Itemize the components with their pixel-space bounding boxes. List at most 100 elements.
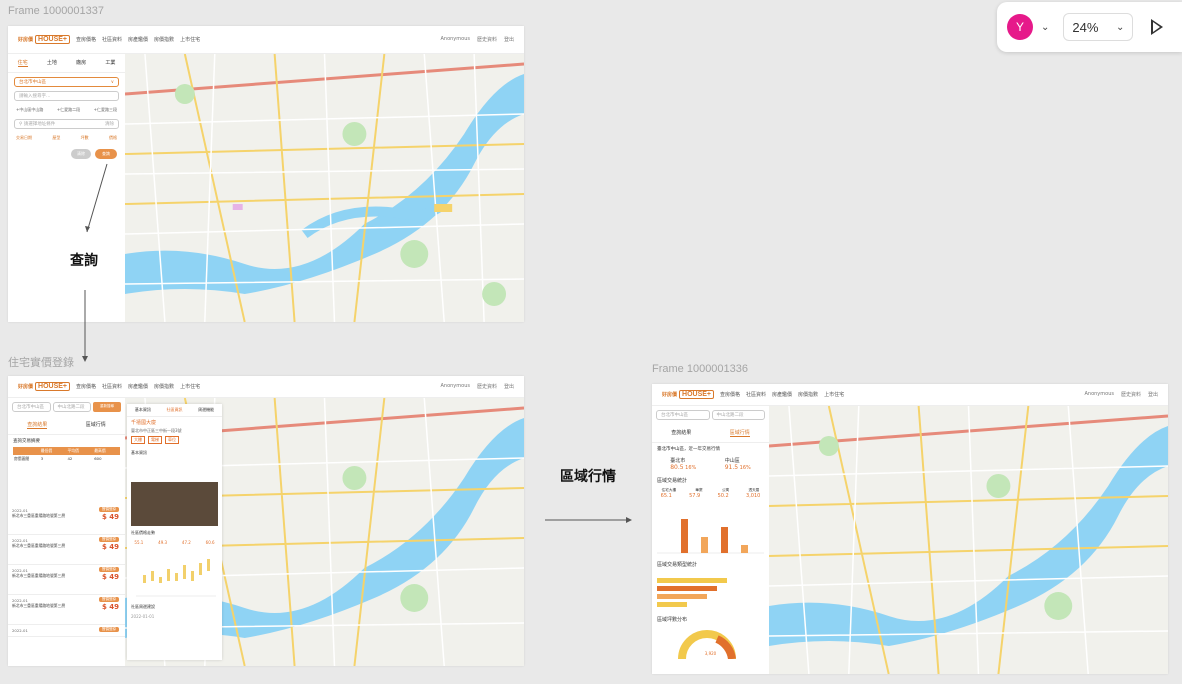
nav-item[interactable]: 上市住宅 <box>180 36 200 43</box>
city-field[interactable]: 台北市中山區 <box>12 402 51 412</box>
list-item[interactable]: 2022-01 新北市三重區重陽路地號第三層 實價登錄 $ 49 <box>8 595 125 625</box>
map-view[interactable] <box>125 54 524 322</box>
history-link[interactable]: 歷史資料 <box>477 36 497 43</box>
logout-link[interactable]: 登出 <box>1148 391 1158 398</box>
detail-title: 千禧國大廈 <box>131 420 157 426</box>
tab-region[interactable]: 區域行情 <box>729 429 750 437</box>
tab-results[interactable]: 查詢結果 <box>27 421 48 429</box>
section-basic: 基本資訊 <box>131 450 147 455</box>
map-svg <box>125 54 524 322</box>
address-input[interactable]: ⚲ 請選擇地址條件 清除 <box>14 119 119 129</box>
property-type-tabs: 住宅 土地 廠房 工業 <box>8 54 125 73</box>
frame-label-right: Frame 1000001336 <box>652 363 749 375</box>
list-item[interactable]: 2022-01 新北市三重區重陽路地號第三層 實價登錄 $ 49 <box>8 535 125 565</box>
user-name[interactable]: Anonymous <box>440 36 469 43</box>
tab-factory[interactable]: 廠房 <box>76 59 86 67</box>
detail-date: 2022-01-01 <box>131 614 155 619</box>
canvas-toolbar: Y ⌄ 24% ⌄ <box>997 2 1182 52</box>
road-field[interactable]: 中山北路二段 <box>52 402 91 412</box>
user-name[interactable]: Anonymous <box>440 383 469 390</box>
nav-item[interactable]: 上市住宅 <box>180 383 200 390</box>
history-link[interactable]: 歷史資料 <box>1121 391 1141 398</box>
city-select[interactable]: 台北市中山區 ∨ <box>14 77 119 87</box>
filter-chip[interactable]: +中山區中山路 <box>16 107 43 113</box>
nav-item[interactable]: 社區資料 <box>102 383 122 390</box>
nav-item[interactable]: 房價指數 <box>154 383 174 390</box>
tab-results[interactable]: 查詢結果 <box>671 429 691 437</box>
play-icon[interactable] <box>1151 19 1164 35</box>
detail-panel: 基本資訊 社區資訊 周邊機能 千禧國大廈 臺北市中正區三中街一段3號 大樓 電梯… <box>127 404 222 660</box>
filter-chip[interactable]: +仁愛路三段 <box>94 107 117 113</box>
option-date[interactable]: 交易日期 <box>16 135 32 141</box>
nav-item[interactable]: 房產鑑價 <box>772 391 792 398</box>
filter-chip[interactable]: +仁愛路二段 <box>57 107 80 113</box>
results-sidebar: 台北市中山區 中山北路二段 重新搜尋 查詢結果 區域行情 查詢交易摘要 最低價 … <box>8 398 125 666</box>
photo[interactable] <box>131 482 218 526</box>
tab-nearby[interactable]: 周邊機能 <box>198 407 214 413</box>
tab-community[interactable]: 社區資訊 <box>166 407 182 413</box>
stat: 49.3 <box>158 540 168 545</box>
road-field[interactable]: 中山北路二段 <box>711 410 765 420</box>
nav-item[interactable]: 社區資料 <box>102 36 122 43</box>
submit-button[interactable]: 查詢 <box>95 149 117 159</box>
nav-item[interactable]: 房產鑑價 <box>128 36 148 43</box>
top-nav: 好房價 HOUSE+ 查房價格 社區資料 房產鑑價 房價指數 上市住宅 Anon… <box>8 26 524 54</box>
user-avatar[interactable]: Y <box>1007 14 1033 40</box>
list-item[interactable]: 2022-01 新北市三重區重陽路地號第三層 實價登錄 $ 49 <box>8 565 125 595</box>
tab-land[interactable]: 土地 <box>47 59 57 67</box>
user-name[interactable]: Anonymous <box>1084 391 1113 398</box>
trend-chart <box>136 559 216 597</box>
option-price[interactable]: 價格 <box>109 135 117 141</box>
city-field[interactable]: 台北市中山區 <box>656 410 710 420</box>
logout-link[interactable]: 登出 <box>504 36 514 43</box>
zoom-select[interactable]: 24% ⌄ <box>1063 13 1134 41</box>
logout-link[interactable]: 登出 <box>504 383 514 390</box>
list-item[interactable]: 2022-01 實價登錄 <box>8 625 125 637</box>
zoom-value: 24% <box>1072 19 1099 35</box>
frame-search: 好房價 HOUSE+ 查房價格 社區資料 房產鑑價 房價指數 上市住宅 Anon… <box>8 26 524 322</box>
map-view[interactable] <box>769 406 1168 674</box>
tab-basic[interactable]: 基本資訊 <box>135 407 151 413</box>
gauge-value: 3,920 <box>704 651 717 656</box>
section-types: 區域交易類型統計 <box>657 562 698 568</box>
chevron-down-icon[interactable]: ⌄ <box>1041 22 1049 33</box>
top-nav: 好房價 HOUSE+ 查房價格 社區資料 房產鑑價 房價指數 上市住宅 Anon… <box>652 384 1168 406</box>
option-row: 交易日期 屋型 坪數 價格 <box>8 133 125 143</box>
tag: 電梯 <box>148 436 162 444</box>
option-size[interactable]: 坪數 <box>81 135 89 141</box>
frame-label-bottom-left: 住宅實價登錄 <box>8 357 74 369</box>
nav-item[interactable]: 房產鑑價 <box>128 383 148 390</box>
annotation-region-market: 區域行情 <box>560 469 616 485</box>
keyword-input[interactable]: 請輸入搜尋字… <box>14 91 119 101</box>
logo[interactable]: 好房價 HOUSE+ <box>662 390 714 399</box>
region-stat-district: 中山區 91.5 16% <box>724 458 751 471</box>
option-type[interactable]: 屋型 <box>52 135 60 141</box>
nav-item[interactable]: 房價指數 <box>154 36 174 43</box>
keyword-placeholder: 請輸入搜尋字… <box>19 94 51 99</box>
clear-button[interactable]: 清除 <box>71 149 91 159</box>
city-value: 台北市中山區 <box>19 80 46 85</box>
nav-item[interactable]: 社區資料 <box>746 391 766 398</box>
list-item[interactable]: 2022-01 新北市三重區重陽路地號第三層 實價登錄 $ 49 <box>8 505 125 535</box>
address-clear[interactable]: 清除 <box>105 121 114 127</box>
tag: 大樓 <box>131 436 145 444</box>
nav-item[interactable]: 上市住宅 <box>824 391 844 398</box>
tab-residential[interactable]: 住宅 <box>17 59 28 67</box>
nav-item[interactable]: 查房價格 <box>76 36 96 43</box>
search-sidebar: 住宅 土地 廠房 工業 台北市中山區 ∨ 請輸入搜尋字… +中山區中山路 +仁愛… <box>8 54 125 322</box>
region-sidebar: 台北市中山區 中山北路二段 查詢結果 區域行情 臺北市中山區，近一年交易行情 臺… <box>652 406 769 674</box>
summary-row: 房價區間 3 42 600 <box>14 456 102 461</box>
tab-region[interactable]: 區域行情 <box>86 421 106 429</box>
nav-item[interactable]: 查房價格 <box>720 391 740 398</box>
type-bars <box>657 578 727 607</box>
logo[interactable]: 好房價 HOUSE+ <box>18 382 70 391</box>
research-button[interactable]: 重新搜尋 <box>93 402 121 412</box>
region-title: 臺北市中山區，近一年交易行情 <box>657 447 720 452</box>
tab-industrial[interactable]: 工業 <box>105 59 115 67</box>
history-link[interactable]: 歷史資料 <box>477 383 497 390</box>
nav-item[interactable]: 查房價格 <box>76 383 96 390</box>
nav-item[interactable]: 房價指數 <box>798 391 818 398</box>
summary-header: 最低價 平均價 最高價 <box>13 447 120 455</box>
logo-top: 好房價 <box>18 37 34 43</box>
logo[interactable]: 好房價 HOUSE+ <box>18 35 70 44</box>
